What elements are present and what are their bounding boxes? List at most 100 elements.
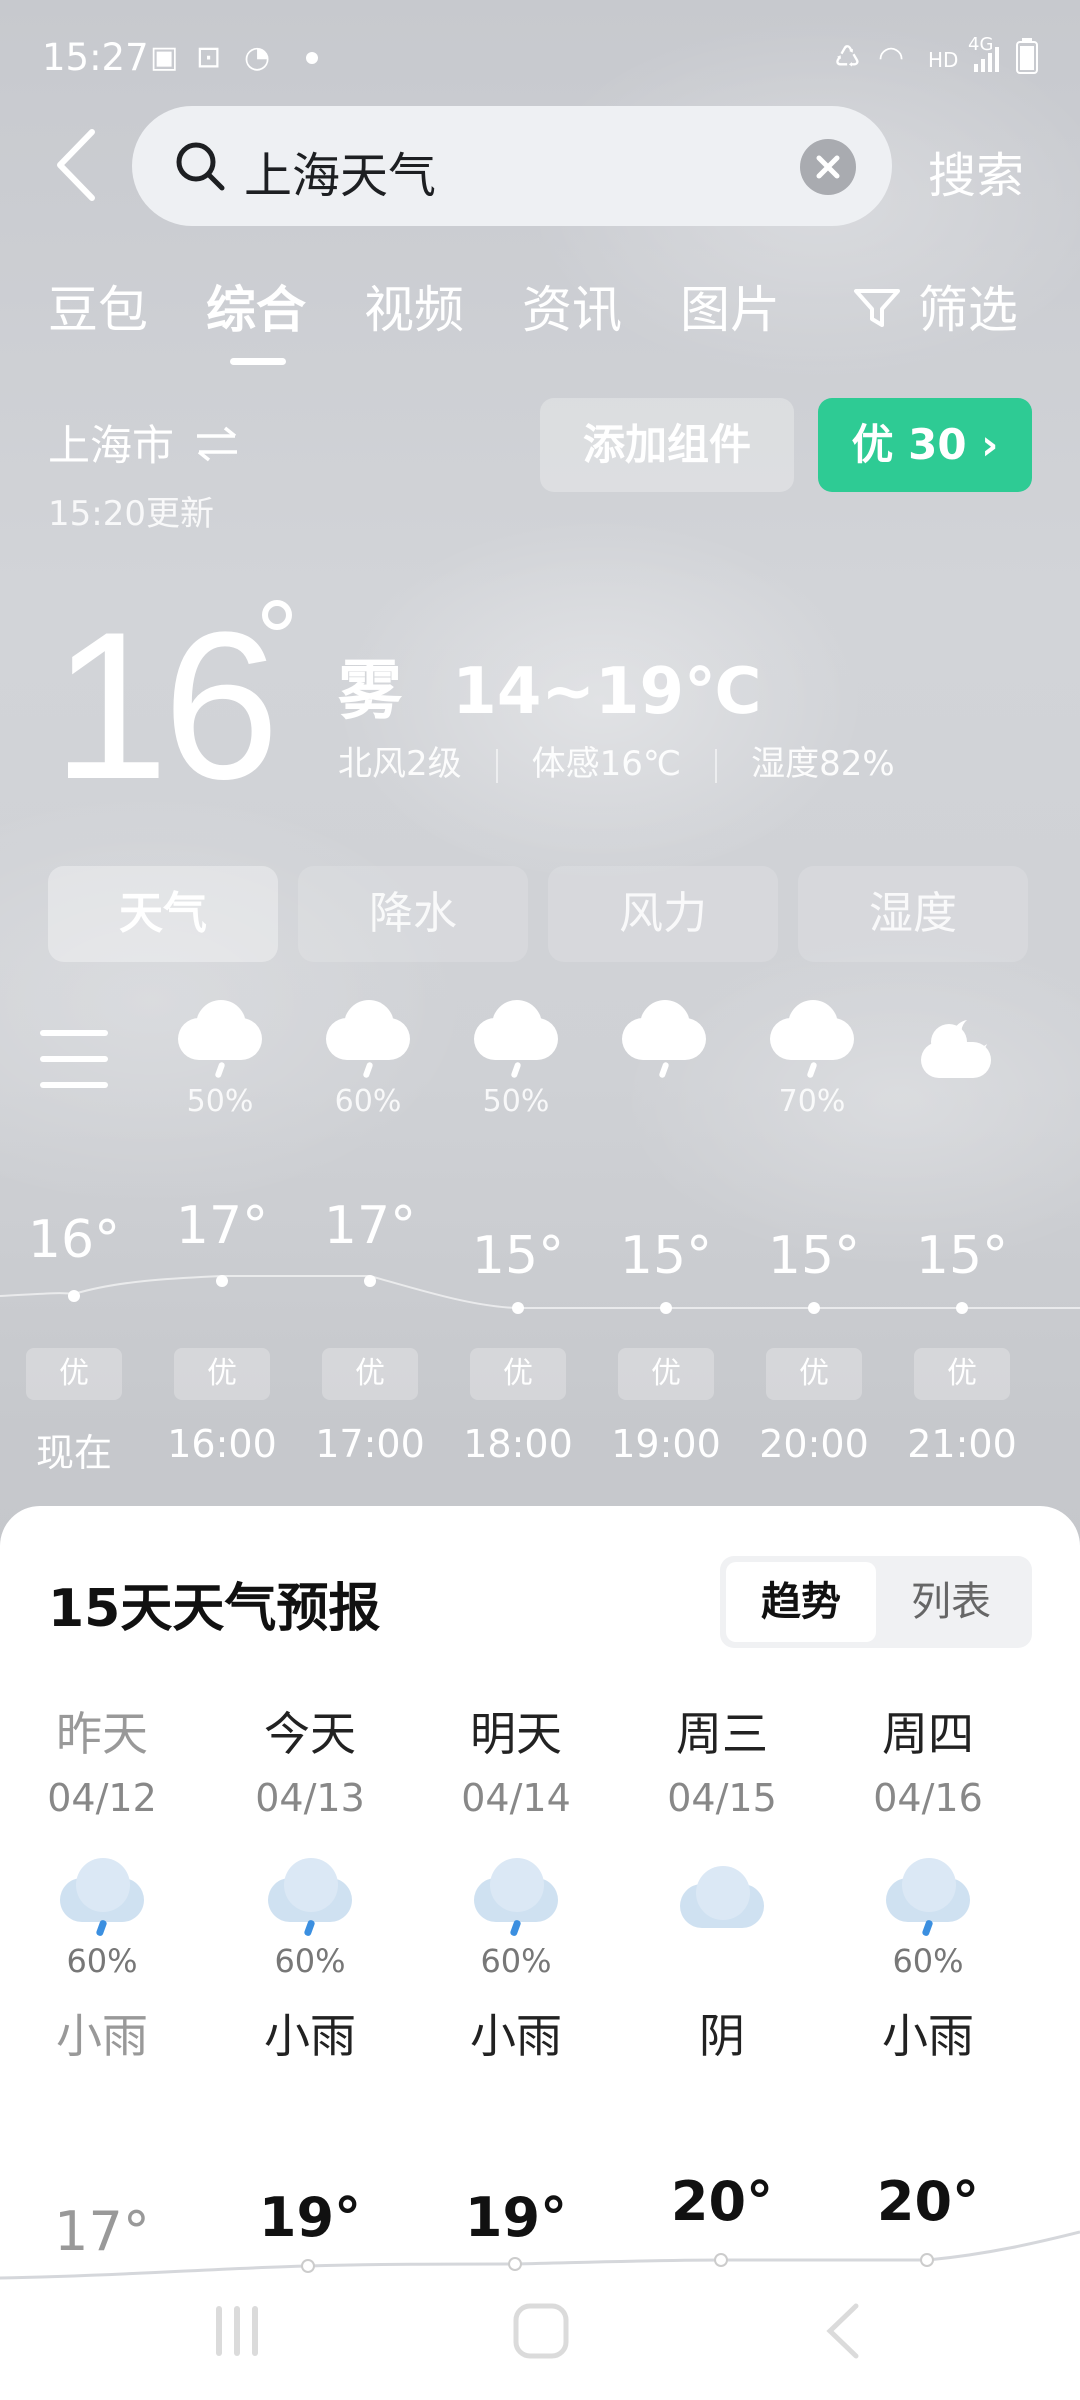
search-icon [176,142,225,191]
condition-text: 雾 [338,655,402,729]
day-high-temp: 19° [464,2186,568,2249]
hourly-menu-icon[interactable] [40,1030,108,1088]
humidity-text: 湿度82% [751,744,895,784]
hour-point [364,1275,376,1287]
hour-temp: 17° [323,1196,417,1256]
metric-tab-weather[interactable]: 天气 [48,866,278,962]
wind-text: 北风2级 [338,744,462,784]
hour-temp: 16° [27,1210,121,1270]
add-widget-button[interactable]: 添加组件 [540,398,794,492]
system-back-button[interactable] [826,2303,859,2359]
search-button[interactable]: 搜索 [928,136,1024,206]
hour-temp: 15° [619,1226,713,1286]
tab-images[interactable]: 图片 [680,270,780,342]
day-date: 04/14 [461,1776,571,1820]
hour-time: 19:00 [611,1422,721,1466]
wifi-icon: ◠ [878,40,905,75]
forecast-day[interactable]: 昨天 04/12 60% 小雨 [12,1698,192,2066]
clear-search-button[interactable] [800,139,856,195]
cloudy-night-icon [921,1020,991,1078]
overcast-icon [680,1858,764,1928]
recent-apps-button[interactable] [216,2306,258,2356]
hour-temp: 15° [915,1226,1009,1286]
hour-point [68,1290,80,1302]
hour-point [956,1302,968,1314]
tab-doubao[interactable]: 豆包 [48,270,148,342]
metric-tab-wind[interactable]: 风力 [548,866,778,962]
hour-time: 17:00 [315,1422,425,1466]
hour-point [216,1275,228,1287]
signal-icon [974,47,999,72]
forecast-card: 15天天气预报 趋势 列表 昨天 04/12 60% 小雨 今天 04/13 6… [0,1506,1080,2400]
day-condition: 小雨 [470,2009,562,2063]
tab-news[interactable]: 资讯 [522,270,622,342]
rain-cloud-icon [886,1858,970,1937]
rain-cloud-icon [178,1000,262,1060]
rain-cloud-icon [268,1858,352,1937]
day-condition: 小雨 [264,2009,356,2063]
system-nav-bar [216,2303,859,2359]
day-date: 04/12 [47,1776,157,1820]
search-input[interactable]: 上海天气 [132,106,892,226]
day-high-temp: 19° [258,2186,362,2249]
city-selector[interactable]: 上海市 [48,412,241,473]
rain-cloud-icon [474,1000,558,1060]
day-name: 昨天 [56,1707,148,1761]
metric-tab-precipitation[interactable]: 降水 [298,866,528,962]
result-tabs: 豆包 综合 视频 资讯 图片 筛选 [0,270,1080,370]
forecast-day[interactable]: 明天 04/14 60% 小雨 [426,1698,606,2066]
day-high-temp: 20° [670,2170,774,2233]
hour-icon-1: 50% [150,1000,290,1120]
back-button[interactable] [48,120,108,210]
tab-filter[interactable]: 筛选 [852,270,1018,342]
day-name: 周四 [882,1707,974,1761]
tab-video[interactable]: 视频 [364,270,464,342]
day-condition: 阴 [699,2009,745,2063]
hour-aqi-badge: 优 [174,1348,270,1400]
forecast-day[interactable]: 周四 04/16 60% 小雨 [838,1698,1018,2066]
day-high-temp: 17° [54,2200,150,2263]
voicemail-icon: ⊡ [196,40,222,75]
forecast-view-toggle: 趋势 列表 [720,1556,1032,1648]
day-name: 今天 [264,1707,356,1761]
current-condition: 雾 14~19℃ [338,640,762,732]
view-list-button[interactable]: 列表 [876,1562,1026,1642]
hour-aqi-badge: 优 [766,1348,862,1400]
hour-time: 21:00 [907,1422,1017,1466]
hour-aqi-badge: 优 [470,1348,566,1400]
switch-city-icon [197,426,238,462]
search-query: 上海天气 [244,148,437,204]
temperature-range: 14~19℃ [452,655,762,729]
day-condition: 小雨 [882,2009,974,2063]
day-date: 04/15 [667,1776,777,1820]
day-point [920,2253,934,2267]
hour-time: 18:00 [463,1422,573,1466]
aqi-button[interactable]: 优 30 › [818,398,1032,492]
hour-aqi-badge: 优 [26,1348,122,1400]
home-button[interactable] [513,2303,569,2359]
day-date: 04/13 [255,1776,365,1820]
precip-chance [594,1084,734,1120]
hour-icon-6 [890,1012,1030,1086]
hour-icon-2: 60% [298,1000,438,1120]
recycle-icon: ♺ [834,40,861,75]
rain-cloud-icon [770,1000,854,1060]
metric-tab-humidity[interactable]: 湿度 [798,866,1028,962]
forecast-day[interactable]: 今天 04/13 60% 小雨 [220,1698,400,2066]
status-bar: 15:27 ▣ ⊡ ◔ ♺ ◠ HD 4G [0,30,1080,90]
forecast-day[interactable]: 周三 04/15 阴 [632,1698,812,2066]
day-name: 明天 [470,1707,562,1761]
hour-icon-3: 50% [446,1000,586,1120]
hour-temp: 17° [175,1196,269,1256]
rain-cloud-icon [474,1858,558,1937]
view-trend-button[interactable]: 趋势 [726,1562,876,1642]
feels-like-text: 体感16℃ [531,744,682,784]
filter-icon [854,289,900,327]
active-tab-indicator [230,358,286,365]
tab-all[interactable]: 综合 [206,270,306,342]
hour-icon-4 [594,1000,734,1120]
hour-time: 20:00 [759,1422,869,1466]
current-temperature: 16 [52,588,280,823]
day-name: 周三 [676,1707,768,1761]
hour-aqi-badge: 优 [914,1348,1010,1400]
